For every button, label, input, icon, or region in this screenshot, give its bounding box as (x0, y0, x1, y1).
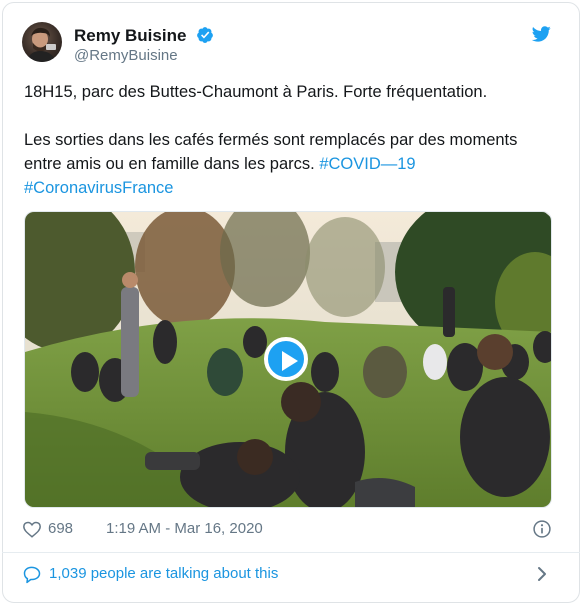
info-icon[interactable] (532, 519, 552, 539)
conversation-label[interactable]: 1,039 people are talking about this (49, 565, 278, 582)
hashtag-link[interactable]: #COVID—19 (319, 155, 415, 173)
twitter-bird-icon[interactable] (530, 24, 552, 44)
heart-icon[interactable] (22, 520, 42, 538)
tweet-text-paragraph: Les sorties dans les cafés fermés sont r… (24, 128, 554, 200)
author-avatar[interactable] (22, 22, 62, 62)
play-button[interactable] (264, 337, 308, 381)
tweet-body-text: Les sorties dans les cafés fermés sont r… (24, 131, 518, 173)
divider (2, 552, 580, 553)
hashtag-link[interactable]: #CoronavirusFrance (24, 179, 173, 197)
tweet-meta: 698 1:19 AM - Mar 16, 2020 (22, 518, 552, 540)
verified-badge-icon (197, 27, 213, 43)
play-icon (282, 351, 298, 371)
tweet-text-line: 18H15, parc des Buttes-Chaumont à Paris.… (24, 83, 488, 101)
tweet-text: 18H15, parc des Buttes-Chaumont à Paris.… (24, 80, 554, 200)
speech-bubble-icon (23, 566, 41, 584)
author-name[interactable]: Remy Buisine (74, 26, 186, 46)
author-handle[interactable]: @RemyBuisine (74, 47, 178, 64)
like-count[interactable]: 698 (48, 520, 73, 537)
chevron-right-icon[interactable] (536, 566, 548, 582)
conversation-link[interactable]: 1,039 people are talking about this (22, 562, 552, 586)
timestamp-link[interactable]: 1:19 AM - Mar 16, 2020 (106, 520, 263, 537)
